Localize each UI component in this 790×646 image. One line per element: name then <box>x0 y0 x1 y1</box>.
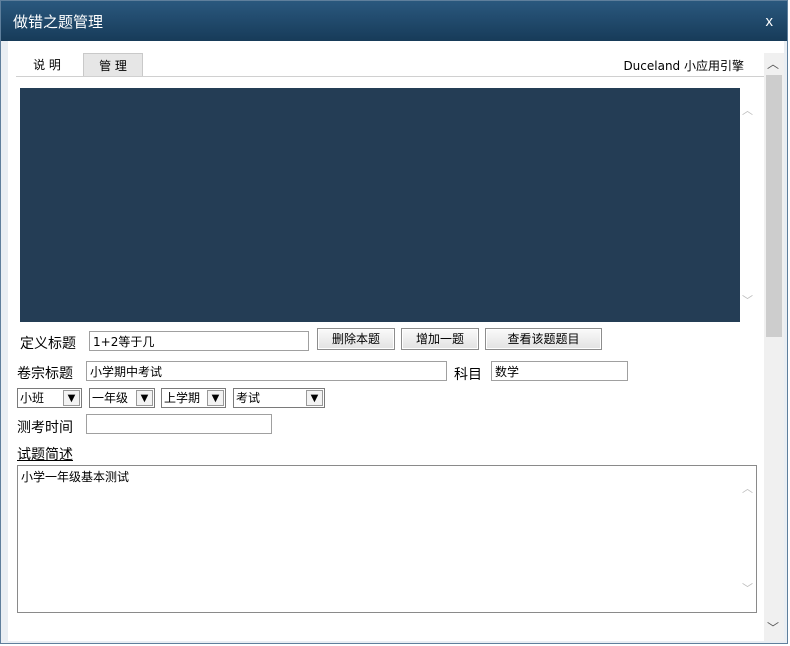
paper-title-input[interactable] <box>86 361 447 381</box>
close-icon[interactable]: x <box>766 13 774 30</box>
subject-input[interactable] <box>491 361 628 381</box>
description-scrollbar[interactable]: ︿ ﹀ <box>740 466 756 612</box>
chevron-down-icon[interactable]: ▼ <box>63 390 80 406</box>
question-editor[interactable] <box>20 88 740 322</box>
paper-title-label: 卷宗标题 <box>17 366 73 382</box>
chevron-up-icon[interactable]: ︿ <box>767 55 779 72</box>
view-question-button[interactable]: 查看该题题目 <box>485 328 602 350</box>
term-select-value: 上学期 <box>164 391 201 405</box>
chevron-up-icon[interactable]: ︿ <box>742 480 753 496</box>
chevron-down-icon[interactable]: ▼ <box>136 390 153 406</box>
class-select[interactable]: 小班 ▼ <box>17 388 82 408</box>
chevron-down-icon[interactable]: ▼ <box>306 390 323 406</box>
define-title-input[interactable] <box>89 331 309 351</box>
term-select[interactable]: 上学期 ▼ <box>161 388 226 408</box>
editor-scrollbar[interactable]: ︿ ﹀ <box>740 88 756 322</box>
engine-label: Duceland 小应用引擎 <box>623 59 744 73</box>
dialog-window: 做错之题管理 x 说 明 管 理 Duceland 小应用引擎 ︿ ﹀ ︿ ﹀ … <box>0 0 788 644</box>
title-bar: 做错之题管理 x <box>1 1 787 41</box>
chevron-down-icon[interactable]: ﹀ <box>742 580 753 596</box>
content-area: 说 明 管 理 Duceland 小应用引擎 ︿ ﹀ ︿ ﹀ 定义标题 删除本题… <box>8 41 784 641</box>
chevron-down-icon[interactable]: ﹀ <box>767 619 779 636</box>
description-label: 试题简述 <box>17 447 73 463</box>
chevron-down-icon[interactable]: ▼ <box>207 390 224 406</box>
define-title-label: 定义标题 <box>20 336 76 352</box>
add-question-button[interactable]: 增加一题 <box>401 328 479 350</box>
class-select-value: 小班 <box>20 391 45 405</box>
delete-question-button[interactable]: 删除本题 <box>317 328 395 350</box>
tab-divider <box>16 76 764 77</box>
window-title: 做错之题管理 <box>13 13 104 31</box>
grade-select[interactable]: 一年级 ▼ <box>89 388 155 408</box>
grade-select-value: 一年级 <box>92 391 129 405</box>
description-textarea[interactable]: 小学一年级基本测试 <box>17 465 757 613</box>
subject-label: 科目 <box>454 367 482 383</box>
test-time-input[interactable] <box>86 414 272 434</box>
chevron-up-icon[interactable]: ︿ <box>742 102 753 118</box>
page-scrollbar[interactable]: ︿ ﹀ <box>764 53 784 641</box>
test-time-label: 测考时间 <box>17 420 73 436</box>
scrollbar-thumb[interactable] <box>766 75 782 337</box>
chevron-down-icon[interactable]: ﹀ <box>742 292 753 308</box>
tab-instructions[interactable]: 说 明 <box>16 53 78 77</box>
type-select[interactable]: 考试 ▼ <box>233 388 325 408</box>
type-select-value: 考试 <box>236 391 261 405</box>
tab-manage[interactable]: 管 理 <box>83 53 143 77</box>
